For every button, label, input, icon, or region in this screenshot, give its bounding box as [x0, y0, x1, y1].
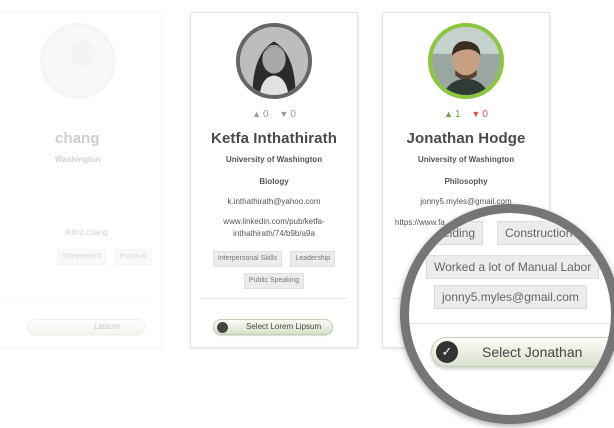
skill-tag: jonny5.myles@gmail.com: [434, 285, 587, 309]
skill-tags: Independent Punctual: [55, 249, 157, 271]
skill-tag: Worked a lot of Manual Labor: [426, 255, 600, 279]
divider: [201, 298, 347, 299]
email[interactable]: k.inthathirath@yahoo.com: [191, 197, 357, 206]
divider: [5, 298, 151, 299]
vote-counts: ▲ 0 ▼ 0: [191, 109, 357, 120]
avatar-image: [432, 27, 500, 95]
student-name: Ketfa Inthathirath: [211, 130, 337, 147]
downvote-count: 0: [482, 109, 488, 120]
avatar: [236, 23, 312, 99]
profile-card-ketfa: ▲ 0 ▼ 0 Ketfa Inthathirath University of W…: [190, 12, 358, 348]
school: University of Washington: [225, 155, 323, 164]
skill-tags: Interpersonal Skills Leadership Public S…: [201, 251, 347, 295]
major: Biology: [259, 177, 289, 186]
school: University of Washington: [417, 155, 515, 164]
select-button[interactable]: Lipsum: [27, 319, 145, 335]
avatar-image: [44, 27, 112, 95]
skill-tag: Punctual: [114, 249, 152, 265]
thumbs-up-icon: ▲: [444, 109, 454, 119]
magnified-content: elding Construction Worked a lot of Manu…: [409, 213, 611, 415]
skill-tag: Leadership: [290, 251, 336, 267]
linkedin-link[interactable]: www.linkedin.com/pub/ketfa-inthathirath/…: [209, 216, 339, 240]
thumbs-up-icon: ▲: [252, 109, 262, 119]
profile-card-chang: chang Washington /ktinz.chang Independen…: [0, 12, 162, 348]
downvote-count: 0: [290, 109, 296, 120]
select-jonathan-button[interactable]: ✓ Select Jonathan: [431, 337, 611, 367]
skill-tag: Construction: [497, 221, 581, 245]
thumbs-down-icon: ▼: [471, 109, 481, 119]
skill-tag: Independent: [57, 249, 106, 265]
upvote-count: 1: [455, 109, 461, 120]
skill-tag: Public Speaking: [243, 273, 305, 289]
magnifier-lens: elding Construction Worked a lot of Manu…: [400, 204, 614, 424]
avatar: [40, 23, 116, 99]
select-button-label: Select Jonathan: [482, 344, 583, 360]
select-button-label: Select Lorem Lipsum: [246, 322, 322, 331]
skill-tag: Interpersonal Skills: [212, 251, 283, 267]
downvote-button[interactable]: ▼ 0: [279, 109, 295, 120]
thumbs-down-icon: ▼: [279, 109, 289, 119]
student-name: chang: [55, 130, 100, 147]
major: Philosophy: [444, 177, 488, 186]
select-button-label: Lipsum: [94, 322, 120, 331]
avatar: [428, 23, 504, 99]
vote-counts: ▲ 1 ▼ 0: [383, 109, 549, 120]
select-button[interactable]: Select Lorem Lipsum: [213, 319, 333, 335]
skill-tag: elding: [435, 221, 484, 245]
downvote-button[interactable]: ▼ 0: [471, 109, 487, 120]
school: Washington: [55, 155, 101, 164]
linkedin-link[interactable]: /ktinz.chang: [65, 227, 143, 239]
avatar-image: [240, 27, 308, 95]
upvote-count: 0: [263, 109, 269, 120]
divider: [409, 323, 611, 324]
check-icon: ✓: [436, 341, 458, 363]
toggle-knob-icon: [217, 322, 228, 333]
student-name: Jonathan Hodge: [406, 130, 526, 147]
upvote-button[interactable]: ▲ 0: [252, 109, 268, 120]
upvote-button[interactable]: ▲ 1: [444, 109, 460, 120]
